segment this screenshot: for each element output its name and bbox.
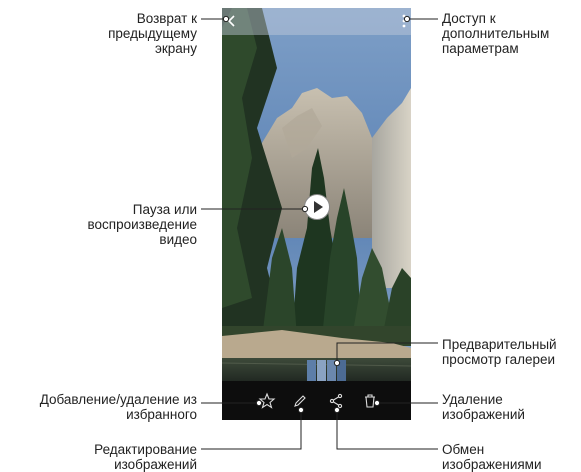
play-icon [314, 201, 323, 213]
trash-icon[interactable] [361, 392, 379, 410]
callout-more: Доступ к дополнительным параметрам [442, 11, 550, 56]
callout-edit: Редактирование изображений [94, 442, 197, 472]
callout-back: Возврат к предыдущему экрану [108, 11, 197, 56]
diagram: Возврат к предыдущему экрану Доступ к до… [0, 0, 581, 472]
callout-delete: Удаление изображений [442, 392, 525, 422]
gallery-preview[interactable] [307, 360, 347, 381]
gallery-thumbnail[interactable] [307, 360, 316, 381]
callout-play: Пауза или воспроизведение видео [87, 202, 197, 247]
callout-preview: Предварительный просмотр галереи [442, 337, 557, 367]
bottom-toolbar [222, 381, 411, 420]
phone-screen [222, 8, 411, 420]
star-icon[interactable] [258, 392, 276, 410]
gallery-thumbnail[interactable] [317, 360, 326, 381]
top-bar [222, 8, 411, 35]
pencil-icon[interactable] [291, 392, 309, 410]
back-arrow-icon[interactable] [225, 14, 239, 28]
gallery-thumbnail[interactable] [327, 360, 336, 381]
gallery-thumbnail[interactable] [337, 360, 346, 381]
callout-share: Обмен изображениями [442, 442, 542, 472]
more-vert-icon[interactable] [400, 13, 408, 29]
share-icon[interactable] [327, 392, 345, 410]
callout-favorite: Добавление/удаление из избранного [39, 392, 197, 422]
play-button[interactable] [304, 194, 330, 220]
